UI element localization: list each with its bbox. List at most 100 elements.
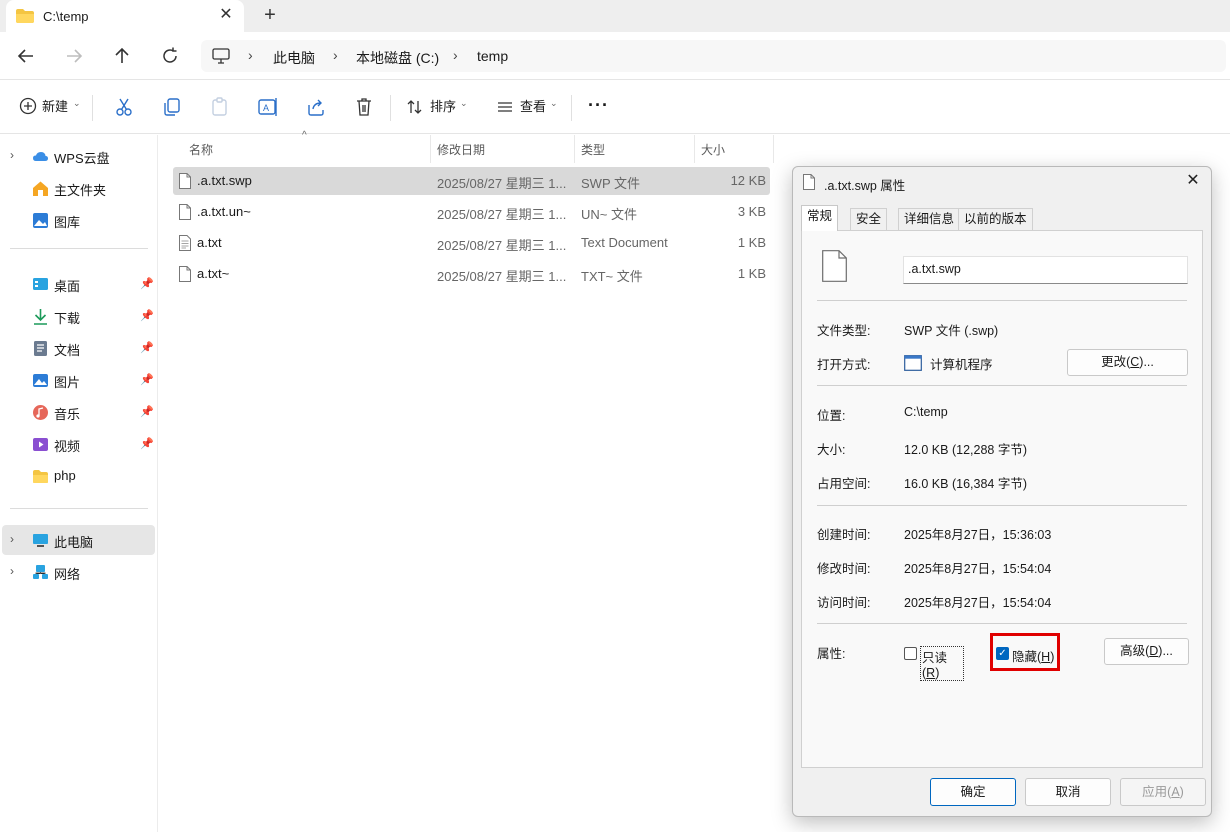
advanced-button[interactable]: 高级(D)... bbox=[1104, 638, 1189, 665]
modified-label: 修改时间: bbox=[817, 562, 871, 576]
sidebar-item-pictures[interactable]: 图片 📌 bbox=[2, 365, 155, 395]
pin-icon[interactable]: 📌 bbox=[140, 405, 154, 418]
file-type-value: SWP 文件 (.swp) bbox=[904, 324, 999, 338]
refresh-icon[interactable] bbox=[158, 44, 182, 68]
tab-security[interactable]: 安全 bbox=[850, 208, 888, 230]
file-row[interactable]: .a.txt.swp 2025/08/27 星期三 1... SWP 文件 12… bbox=[173, 167, 770, 195]
folder-icon bbox=[33, 470, 48, 483]
breadcrumb-temp[interactable]: temp bbox=[477, 48, 508, 64]
tab-general[interactable]: 常规 bbox=[801, 205, 839, 231]
column-header-size[interactable]: 大小 bbox=[701, 141, 725, 158]
apply-button-hotkey: A bbox=[1171, 785, 1180, 799]
open-with-value: 计算机程序 bbox=[930, 358, 993, 372]
pin-icon[interactable]: 📌 bbox=[140, 373, 154, 386]
location-value: C:\temp bbox=[904, 405, 948, 419]
column-separator[interactable] bbox=[694, 135, 695, 163]
apply-button[interactable]: 应用(A) bbox=[1120, 778, 1206, 806]
advanced-button-label: 高级( bbox=[1120, 644, 1150, 658]
pictures-icon bbox=[33, 374, 48, 387]
sidebar-item-this-pc[interactable]: › 此电脑 bbox=[2, 525, 155, 555]
sidebar-item-videos[interactable]: 视频 📌 bbox=[2, 429, 155, 459]
file-type-label: 文件类型: bbox=[817, 324, 871, 338]
navigation-pane: › WPS云盘 主文件夹 图库 桌面 📌 下载 📌 文档 📌 图片 📌 音乐 📌… bbox=[0, 135, 158, 832]
sidebar-item-label: 桌面 bbox=[54, 279, 81, 294]
sidebar-item-php[interactable]: php bbox=[2, 461, 155, 491]
sidebar-item-network[interactable]: › 网络 bbox=[2, 557, 155, 587]
view-lines-icon bbox=[498, 102, 512, 112]
address-bar[interactable]: › 此电脑 › 本地磁盘 (C:) › temp bbox=[201, 40, 1226, 72]
rename-icon[interactable]: A bbox=[257, 96, 279, 118]
tab-temp[interactable]: C:\temp ✕ bbox=[6, 0, 244, 32]
column-headers: ^ 名称 修改日期 类型 大小 bbox=[160, 130, 775, 163]
size-label: 大小: bbox=[817, 443, 846, 457]
pin-icon[interactable]: 📌 bbox=[140, 341, 154, 354]
folder-icon bbox=[16, 9, 34, 23]
chevron-right-icon[interactable]: › bbox=[10, 532, 14, 546]
computer-icon bbox=[33, 534, 48, 547]
divider bbox=[817, 505, 1187, 506]
tab-details[interactable]: 详细信息 bbox=[898, 208, 961, 230]
new-button[interactable]: 新建 ⌄ bbox=[14, 81, 84, 134]
breadcrumb-local-disk[interactable]: 本地磁盘 (C:) bbox=[356, 48, 439, 68]
tab-previous-versions[interactable]: 以前的版本 bbox=[958, 208, 1033, 230]
sidebar-item-label: 音乐 bbox=[54, 407, 81, 422]
sidebar-divider bbox=[10, 508, 148, 509]
readonly-checkbox[interactable]: 只读(R) bbox=[904, 645, 964, 681]
share-icon[interactable] bbox=[305, 96, 327, 118]
toolbar-divider bbox=[92, 95, 93, 121]
change-button-label: 更改( bbox=[1101, 355, 1131, 369]
file-row[interactable]: .a.txt.un~ 2025/08/27 星期三 1... UN~ 文件 3 … bbox=[173, 198, 770, 226]
sidebar-item-home[interactable]: 主文件夹 bbox=[2, 173, 155, 203]
readonly-checkbox-box[interactable] bbox=[904, 647, 917, 660]
back-arrow-icon[interactable] bbox=[14, 44, 38, 68]
sidebar-item-documents[interactable]: 文档 📌 bbox=[2, 333, 155, 363]
up-arrow-icon[interactable] bbox=[110, 44, 134, 68]
tab-title: C:\temp bbox=[43, 9, 89, 24]
delete-icon[interactable] bbox=[353, 96, 375, 118]
new-tab-icon[interactable]: + bbox=[260, 5, 280, 25]
column-separator[interactable] bbox=[574, 135, 575, 163]
sidebar-item-downloads[interactable]: 下载 📌 bbox=[2, 301, 155, 331]
pin-icon[interactable]: 📌 bbox=[140, 277, 154, 290]
column-header-name[interactable]: 名称 bbox=[189, 141, 213, 158]
column-separator[interactable] bbox=[773, 135, 774, 163]
text-file-icon bbox=[179, 235, 191, 251]
sort-button[interactable]: 排序 ⌄ bbox=[404, 81, 474, 134]
pin-icon[interactable]: 📌 bbox=[140, 309, 154, 322]
more-options-icon[interactable]: ··· bbox=[588, 95, 609, 116]
change-button[interactable]: 更改(C)... bbox=[1067, 349, 1188, 376]
forward-arrow-icon[interactable] bbox=[62, 44, 86, 68]
sidebar-item-desktop[interactable]: 桌面 📌 bbox=[2, 269, 155, 299]
file-name: a.txt bbox=[197, 235, 222, 250]
file-row[interactable]: a.txt 2025/08/27 星期三 1... Text Document … bbox=[173, 229, 770, 257]
chevron-right-icon[interactable]: › bbox=[10, 148, 14, 162]
divider bbox=[817, 300, 1187, 301]
column-separator[interactable] bbox=[430, 135, 431, 163]
ok-button[interactable]: 确定 bbox=[930, 778, 1016, 806]
sidebar-item-music[interactable]: 音乐 📌 bbox=[2, 397, 155, 427]
close-tab-icon[interactable]: ✕ bbox=[218, 7, 234, 23]
paste-icon[interactable] bbox=[209, 96, 231, 118]
file-name-input[interactable]: .a.txt.swp bbox=[903, 256, 1188, 284]
computer-icon bbox=[212, 48, 230, 64]
pin-icon[interactable]: 📌 bbox=[140, 437, 154, 450]
chevron-down-icon: ⌄ bbox=[73, 98, 81, 108]
music-icon bbox=[33, 405, 48, 420]
column-header-date[interactable]: 修改日期 bbox=[437, 141, 485, 158]
sidebar-item-label: php bbox=[54, 468, 76, 483]
chevron-right-icon[interactable]: › bbox=[10, 564, 14, 578]
accessed-label: 访问时间: bbox=[817, 596, 871, 610]
sidebar-item-gallery[interactable]: 图库 bbox=[2, 205, 155, 235]
column-header-type[interactable]: 类型 bbox=[581, 141, 605, 158]
cancel-button[interactable]: 取消 bbox=[1025, 778, 1111, 806]
cut-icon[interactable] bbox=[113, 96, 135, 118]
view-button[interactable]: 查看 ⌄ bbox=[494, 81, 564, 134]
plus-circle-icon bbox=[19, 97, 37, 115]
breadcrumb-this-pc[interactable]: 此电脑 bbox=[273, 48, 315, 68]
close-icon[interactable]: ✕ bbox=[1185, 173, 1201, 189]
apply-button-suffix: ) bbox=[1179, 785, 1184, 799]
copy-icon[interactable] bbox=[161, 96, 183, 118]
file-row[interactable]: a.txt~ 2025/08/27 星期三 1... TXT~ 文件 1 KB bbox=[173, 260, 770, 288]
file-size: 1 KB bbox=[737, 266, 766, 281]
sidebar-item-wps-cloud[interactable]: › WPS云盘 bbox=[2, 141, 155, 171]
